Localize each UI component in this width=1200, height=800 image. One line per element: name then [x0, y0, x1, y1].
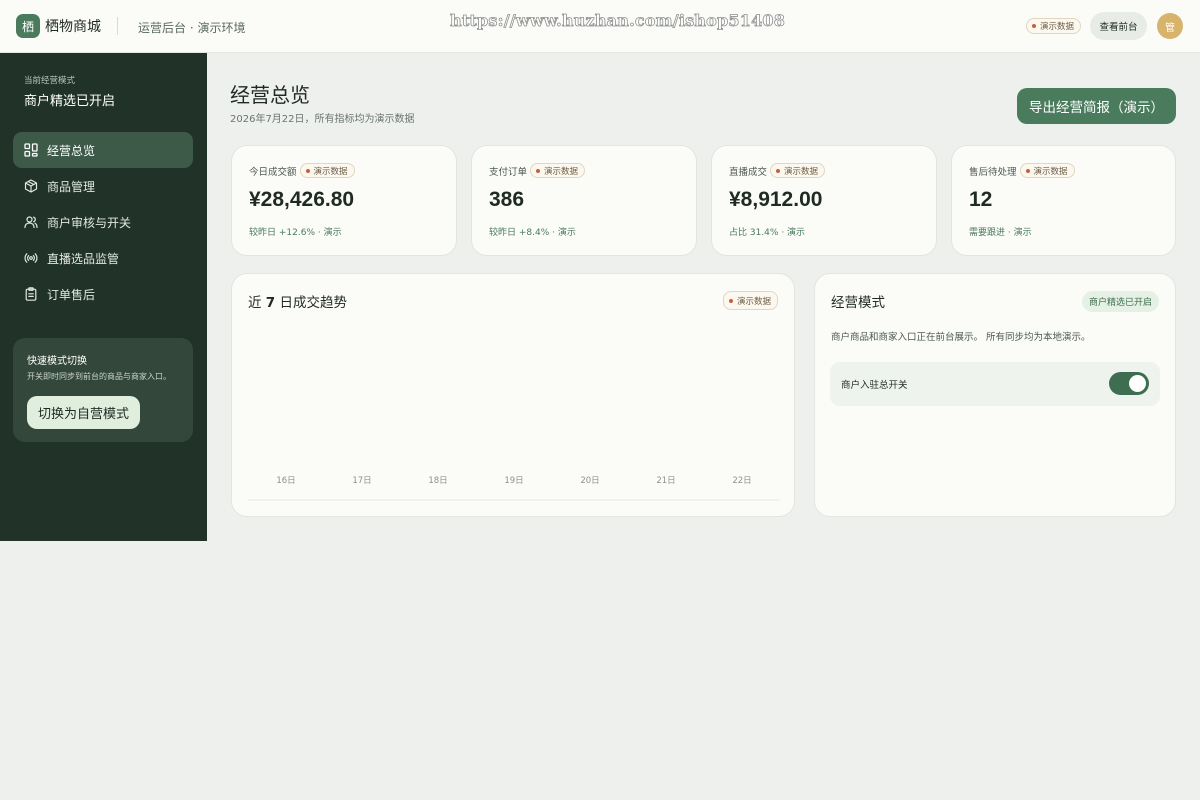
chart-x-tick-label: 21日: [656, 476, 675, 486]
stat-footnote: 较昨日 +8.4% · 演示: [489, 228, 576, 238]
quick-mode-switch-panel: 快速模式切换 开关即时同步到前台的商品与商家入口。 切换为自营模式: [13, 338, 193, 442]
demo-data-badge-label: 演示数据: [784, 166, 819, 177]
stat-label: 今日成交额: [249, 166, 297, 178]
users-icon: [24, 216, 38, 229]
demo-data-badge: 演示数据: [722, 291, 778, 310]
switch-to-self-operated-button[interactable]: 切换为自营模式: [27, 396, 140, 429]
stat-label-row: 售后待处理 演示数据: [969, 163, 1075, 178]
sidebar-item-label: 经营总览: [47, 143, 96, 158]
demo-data-badge-label: 演示数据: [1033, 166, 1068, 177]
grid-icon: [24, 143, 38, 157]
demo-data-badge-label: 演示数据: [736, 296, 771, 307]
status-dot-icon: [728, 298, 733, 303]
trend-chart-card: 16日 17日 18日 19日 20日 21日 22日 近 7 日成交趋势 演示数据: [231, 273, 795, 517]
sidebar-item-live-selection[interactable]: 直播选品监管: [13, 240, 193, 276]
mode-status-badge: 商户精选已开启: [1081, 291, 1159, 312]
status-dot-icon: [305, 168, 310, 173]
status-dot-icon: [776, 168, 781, 173]
merchant-entry-switch-row: 商户入驻总开关: [830, 362, 1160, 406]
demo-data-badge: 演示数据: [770, 163, 826, 178]
mode-card-description: 商户商品和商家入口正在前台展示。 所有同步均为本地演示。: [831, 332, 1091, 343]
current-mode-label: 当前经营模式: [24, 76, 76, 86]
status-dot-icon: [1025, 168, 1030, 173]
stat-footnote: 占比 31.4% · 演示: [729, 228, 806, 238]
demo-data-badge-label: 演示数据: [313, 166, 348, 177]
chart-x-tick-label: 20日: [580, 476, 599, 486]
watermark-text: https://www.huzhan.com/ishop51408: [450, 11, 786, 31]
stat-footnote: 较昨日 +12.6% · 演示: [249, 228, 342, 238]
page-subtitle: 2026年7月22日，所有指标均为演示数据: [230, 114, 415, 125]
box-icon: [24, 179, 38, 193]
quick-switch-title: 快速模式切换: [27, 356, 87, 367]
business-mode-card: 经营模式 商户精选已开启 商户商品和商家入口正在前台展示。 所有同步均为本地演示…: [814, 273, 1176, 517]
header-divider: [117, 17, 118, 35]
clipboard-icon: [25, 287, 37, 301]
sidebar-item-label: 订单售后: [47, 287, 96, 302]
mode-card-title: 经营模式: [831, 295, 885, 311]
stat-card-live-sales: 直播成交 演示数据 ¥8,912.00 占比 31.4% · 演示: [711, 145, 937, 256]
sidebar-item-products[interactable]: 商品管理: [13, 168, 193, 204]
chart-title-suffix: 日成交趋势: [275, 295, 347, 311]
stat-value: 12: [969, 188, 993, 211]
demo-data-badge: 演示数据: [1026, 18, 1082, 34]
stat-label: 售后待处理: [969, 166, 1017, 178]
stat-value: ¥28,426.80: [249, 188, 355, 211]
demo-data-badge-label: 演示数据: [544, 166, 579, 177]
chart-x-tick-label: 18日: [428, 476, 447, 486]
sidebar: 当前经营模式 商户精选已开启 经营总览 商品管理 商户审核与开关 直播选品监管 …: [0, 53, 207, 541]
sidebar-item-label: 商品管理: [47, 179, 96, 194]
stat-label-row: 今日成交额 演示数据: [249, 163, 355, 178]
merchant-entry-toggle[interactable]: [1109, 372, 1149, 395]
stat-value: 386: [489, 188, 525, 211]
demo-data-badge: 演示数据: [299, 163, 355, 178]
stat-card-paid-orders: 支付订单 演示数据 386 较昨日 +8.4% · 演示: [471, 145, 697, 256]
status-dot-icon: [1032, 24, 1036, 28]
stat-value: ¥8,912.00: [729, 188, 823, 211]
stat-label: 直播成交: [729, 166, 768, 178]
demo-data-badge: 演示数据: [530, 163, 586, 178]
view-storefront-button[interactable]: 查看前台: [1090, 12, 1147, 40]
current-mode-value: 商户精选已开启: [24, 94, 116, 109]
brand-name[interactable]: 栖物商城: [45, 16, 101, 36]
demo-data-badge-label: 演示数据: [1040, 22, 1075, 32]
sidebar-item-overview[interactable]: 经营总览: [13, 132, 193, 168]
sidebar-item-orders[interactable]: 订单售后: [13, 276, 193, 312]
stat-label-row: 支付订单 演示数据: [489, 163, 586, 178]
status-dot-icon: [536, 168, 541, 173]
chart-x-tick-label: 17日: [352, 476, 371, 486]
demo-data-badge: 演示数据: [1019, 163, 1075, 178]
header-subtitle: 运营后台 · 演示环境: [138, 21, 246, 35]
toggle-knob: [1129, 375, 1146, 392]
merchant-entry-switch-label: 商户入驻总开关: [841, 380, 908, 391]
logo[interactable]: 栖: [16, 14, 40, 38]
stat-label-row: 直播成交 演示数据: [729, 163, 826, 178]
sidebar-item-label: 直播选品监管: [47, 251, 120, 266]
chart-title-prefix: 近: [248, 295, 266, 311]
stat-card-gmv: 今日成交额 演示数据 ¥28,426.80 较昨日 +12.6% · 演示: [231, 145, 457, 256]
chart-x-tick-label: 16日: [276, 476, 295, 486]
sidebar-item-label: 商户审核与开关: [47, 215, 132, 230]
export-report-button[interactable]: 导出经营简报（演示）: [1017, 88, 1176, 124]
chart-title: 近 7 日成交趋势: [248, 291, 347, 311]
avatar[interactable]: 管: [1157, 13, 1183, 39]
chart-x-tick-label: 22日: [732, 476, 751, 486]
sidebar-item-merchants[interactable]: 商户审核与开关: [13, 204, 193, 240]
top-header: 栖 栖物商城 运营后台 · 演示环境 https://www.huzhan.co…: [0, 0, 1200, 53]
stat-footnote: 需要跟进 · 演示: [969, 228, 1032, 238]
broadcast-icon: [24, 253, 38, 263]
chart-title-number: 7: [265, 295, 276, 311]
chart-x-tick-label: 19日: [504, 476, 523, 486]
page-title: 经营总览: [230, 83, 310, 107]
stat-label: 支付订单: [489, 166, 528, 178]
stat-card-after-sales: 售后待处理 演示数据 12 需要跟进 · 演示: [951, 145, 1176, 256]
quick-switch-description: 开关即时同步到前台的商品与商家入口。: [27, 372, 171, 381]
